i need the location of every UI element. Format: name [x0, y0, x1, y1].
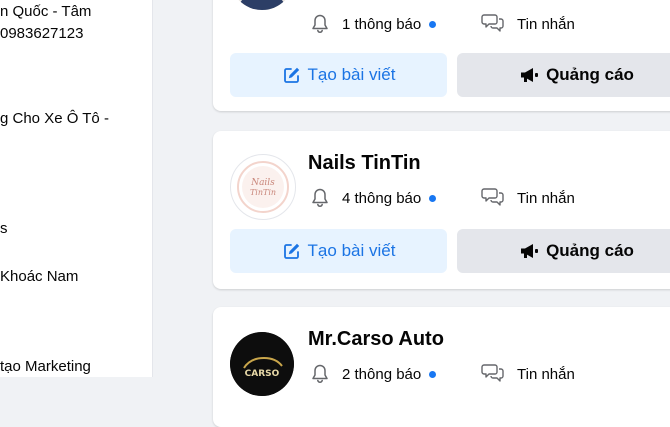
messages-link[interactable]: Tin nhắn — [481, 362, 575, 386]
sidebar-item-text[interactable]: s — [0, 219, 152, 239]
promote-label: Quảng cáo — [546, 65, 634, 84]
create-post-button[interactable]: Tạo bài viết — [230, 53, 447, 97]
edit-square-icon — [282, 65, 302, 85]
page-avatar[interactable] — [230, 0, 294, 10]
page-name[interactable]: Nails TinTin — [308, 152, 421, 175]
unread-dot — [429, 370, 437, 378]
messages-label: Tin nhắn — [517, 15, 575, 33]
notifications-link[interactable]: 4 thông báo — [309, 186, 437, 210]
edit-square-icon — [282, 241, 302, 261]
chat-bubbles-icon — [481, 362, 505, 386]
create-post-label: Tạo bài viết — [307, 65, 396, 84]
nails-logo-icon: Nails TinTin — [232, 156, 294, 218]
messages-label: Tin nhắn — [517, 189, 575, 207]
notifications-count: 4 thông báo — [342, 189, 422, 207]
sidebar-item-text[interactable]: Khoác Nam — [0, 267, 152, 287]
sidebar: n Quốc - Tâm 0983627123 g Cho Xe Ô Tô - … — [0, 0, 153, 377]
megaphone-icon — [520, 241, 540, 261]
create-post-button[interactable]: Tạo bài viết — [230, 229, 447, 273]
promote-label: Quảng cáo — [546, 241, 634, 260]
carso-logo-text: CARSO — [245, 369, 280, 379]
page-avatar[interactable]: CARSO — [230, 332, 294, 396]
promote-button[interactable]: Quảng cáo — [457, 53, 670, 97]
sidebar-item-text[interactable]: n Quốc - Tâm — [0, 2, 152, 22]
sidebar-item-text[interactable]: tạo Marketing — [0, 357, 152, 377]
notifications-count: 2 thông báo — [342, 365, 422, 383]
notifications-link[interactable]: 1 thông báo — [309, 12, 437, 36]
page-card: CARSO Mr.Carso Auto 2 thông báo Tin nhắn — [213, 307, 670, 427]
megaphone-icon — [520, 65, 540, 85]
sidebar-item-text[interactable]: g Cho Xe Ô Tô - — [0, 109, 152, 129]
messages-label: Tin nhắn — [517, 365, 575, 383]
unread-dot — [429, 20, 437, 28]
bell-icon — [309, 187, 331, 209]
promote-button[interactable]: Quảng cáo — [457, 229, 670, 273]
page-card: 1 thông báo Tin nhắn Tạo bài viết Quảng … — [213, 0, 670, 111]
create-post-label: Tạo bài viết — [307, 241, 396, 260]
messages-link[interactable]: Tin nhắn — [481, 12, 575, 36]
svg-text:Nails: Nails — [250, 178, 275, 188]
sidebar-item-text[interactable]: 0983627123 — [0, 24, 152, 44]
page-avatar[interactable]: Nails TinTin — [230, 154, 296, 220]
messages-link[interactable]: Tin nhắn — [481, 186, 575, 210]
bell-icon — [309, 363, 331, 385]
chat-bubbles-icon — [481, 12, 505, 36]
bell-icon — [309, 13, 331, 35]
unread-dot — [429, 194, 437, 202]
page-name[interactable]: Mr.Carso Auto — [308, 328, 444, 351]
svg-text:TinTin: TinTin — [250, 188, 276, 197]
notifications-link[interactable]: 2 thông báo — [309, 362, 437, 386]
page-card: Nails TinTin Nails TinTin 4 thông báo Ti… — [213, 131, 670, 289]
notifications-count: 1 thông báo — [342, 15, 422, 33]
chat-bubbles-icon — [481, 186, 505, 210]
person-photo-icon — [230, 0, 294, 10]
carso-logo-icon: CARSO — [230, 332, 294, 396]
